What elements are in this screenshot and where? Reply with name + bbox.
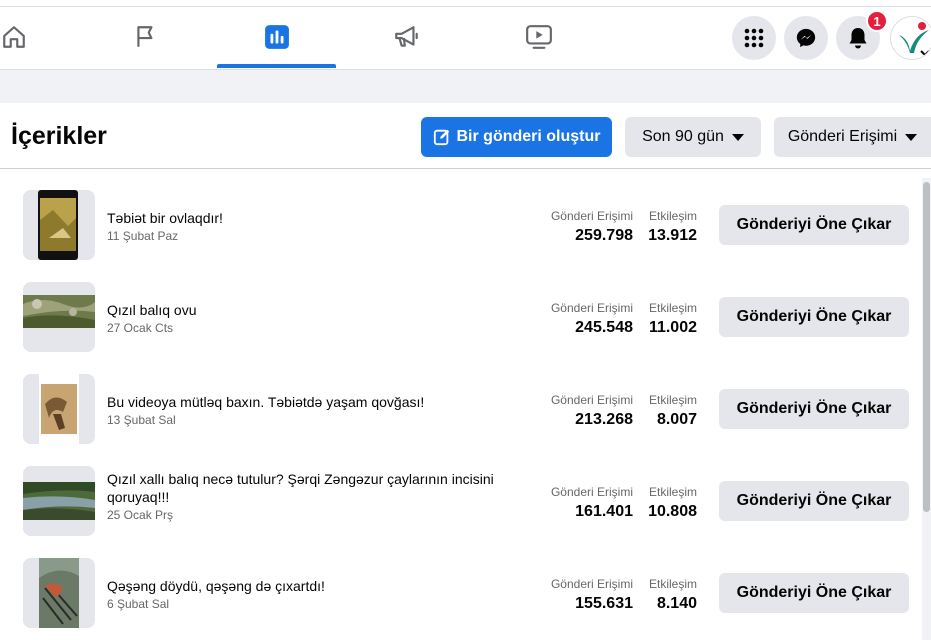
- list-item[interactable]: Qızıl xallı balıq necə tutulur? Şərqi Zə…: [10, 454, 922, 546]
- bell-icon: [849, 28, 867, 49]
- post-title[interactable]: Qızıl balıq ovu: [107, 301, 517, 319]
- boost-post-button[interactable]: Gönderiyi Öne Çıkar: [719, 205, 909, 245]
- nav-tab-watch[interactable]: [480, 7, 598, 67]
- reach-value: 245.548: [575, 319, 633, 336]
- top-border: [0, 0, 931, 7]
- post-thumbnail[interactable]: [23, 190, 95, 260]
- create-post-button[interactable]: Bir gönderi oluştur: [421, 117, 612, 157]
- list-item[interactable]: Təbiət bir ovlaqdır! 11 Şubat Paz Gönder…: [10, 178, 922, 270]
- boost-post-button[interactable]: Gönderiyi Öne Çıkar: [719, 481, 909, 521]
- video-icon: [526, 25, 552, 49]
- nav-tab-home[interactable]: [0, 7, 28, 67]
- engagement-label: Etkileşim: [648, 485, 697, 499]
- messenger-button[interactable]: [784, 16, 828, 60]
- reach-value: 213.268: [575, 411, 633, 428]
- page-background-strip: [0, 70, 931, 103]
- engagement-value: 11.002: [648, 319, 697, 336]
- notifications-button[interactable]: 1: [836, 10, 888, 60]
- scrollbar[interactable]: [922, 178, 931, 640]
- post-date: 27 Ocak Cts: [107, 321, 174, 335]
- video-thumbnail: [23, 374, 95, 444]
- post-date: 13 Şubat Sal: [107, 413, 176, 427]
- profile-avatar[interactable]: [890, 16, 931, 60]
- nav-tab-ads[interactable]: [348, 7, 466, 67]
- post-thumbnail[interactable]: [23, 282, 95, 352]
- engagement-label: Etkileşim: [648, 577, 697, 591]
- reach-label: Gönderi Erişimi: [550, 209, 633, 223]
- scrollbar-thumb[interactable]: [923, 182, 930, 512]
- caret-down-icon: [731, 133, 744, 141]
- boost-post-button[interactable]: Gönderiyi Öne Çıkar: [719, 573, 909, 613]
- top-navigation: 1: [0, 7, 931, 70]
- messenger-icon: [796, 28, 816, 48]
- engagement-label: Etkileşim: [648, 301, 697, 315]
- menu-button[interactable]: [732, 16, 776, 60]
- post-title[interactable]: Təbiət bir ovlaqdır!: [107, 209, 517, 227]
- reach-label: Gönderi Erişimi: [550, 577, 633, 591]
- reach-value: 259.798: [575, 227, 633, 244]
- reach-value: 155.631: [575, 595, 633, 612]
- list-item[interactable]: Qızıl balıq ovu 27 Ocak Cts Gönderi Eriş…: [10, 270, 922, 362]
- nav-tab-pages[interactable]: [88, 7, 204, 67]
- date-range-dropdown[interactable]: Son 90 gün: [625, 117, 761, 157]
- engagement-value: 8.140: [656, 595, 697, 612]
- nav-tab-insights[interactable]: [217, 7, 336, 68]
- post-title[interactable]: Qızıl xallı balıq necə tutulur? Şərqi Zə…: [107, 470, 517, 506]
- post-thumbnail[interactable]: [23, 374, 95, 444]
- video-thumbnail: [23, 282, 95, 352]
- engagement-value: 13.912: [648, 227, 697, 244]
- post-title[interactable]: Qəşəng döydü, qəşəng də çıxartdı!: [107, 577, 517, 595]
- flag-icon: [137, 26, 153, 47]
- engagement-value: 8.007: [656, 411, 697, 428]
- post-thumbnail[interactable]: [23, 558, 95, 628]
- content-list: Təbiət bir ovlaqdır! 11 Şubat Paz Gönder…: [10, 178, 922, 640]
- megaphone-icon: [395, 26, 418, 47]
- post-date: 11 Şubat Paz: [107, 229, 179, 243]
- edit-icon: [433, 129, 449, 146]
- date-range-label: Son 90 gün: [642, 128, 724, 145]
- engagement-label: Etkileşim: [648, 209, 697, 223]
- metric-filter-label: Gönderi Erişimi: [787, 128, 898, 145]
- reach-label: Gönderi Erişimi: [550, 301, 633, 315]
- boost-post-button[interactable]: Gönderiyi Öne Çıkar: [719, 389, 909, 429]
- content-header: İçerikler Bir gönderi oluştur Son 90 gün…: [0, 104, 931, 169]
- boost-post-button[interactable]: Gönderiyi Öne Çıkar: [719, 297, 909, 337]
- video-thumbnail: [23, 466, 95, 536]
- video-thumbnail: [23, 190, 95, 260]
- metric-filter-dropdown[interactable]: Gönderi Erişimi: [774, 117, 931, 157]
- post-date: 25 Ocak Prş: [107, 508, 174, 522]
- post-thumbnail[interactable]: [23, 466, 95, 536]
- caret-down-icon: [905, 133, 918, 141]
- list-item[interactable]: Qəşəng döydü, qəşəng də çıxartdı! 6 Şuba…: [10, 546, 922, 638]
- page-title: İçerikler: [11, 122, 107, 150]
- reach-label: Gönderi Erişimi: [550, 393, 633, 407]
- reach-label: Gönderi Erişimi: [550, 485, 633, 499]
- profile-logo-icon: [899, 22, 930, 57]
- video-thumbnail: [23, 558, 95, 628]
- reach-value: 161.401: [575, 503, 633, 520]
- post-date: 6 Şubat Sal: [107, 597, 170, 611]
- post-title[interactable]: Bu videoya mütləq baxın. Təbiətdə yaşam …: [107, 393, 517, 411]
- engagement-value: 10.808: [648, 503, 697, 520]
- create-post-label: Bir gönderi oluştur: [456, 128, 601, 145]
- home-icon: [3, 26, 25, 48]
- notification-badge: 1: [866, 10, 888, 32]
- insights-icon: [264, 25, 289, 49]
- list-item[interactable]: Bu videoya mütləq baxın. Təbiətdə yaşam …: [10, 362, 922, 454]
- engagement-label: Etkileşim: [648, 393, 697, 407]
- grid-menu-icon: [744, 28, 764, 48]
